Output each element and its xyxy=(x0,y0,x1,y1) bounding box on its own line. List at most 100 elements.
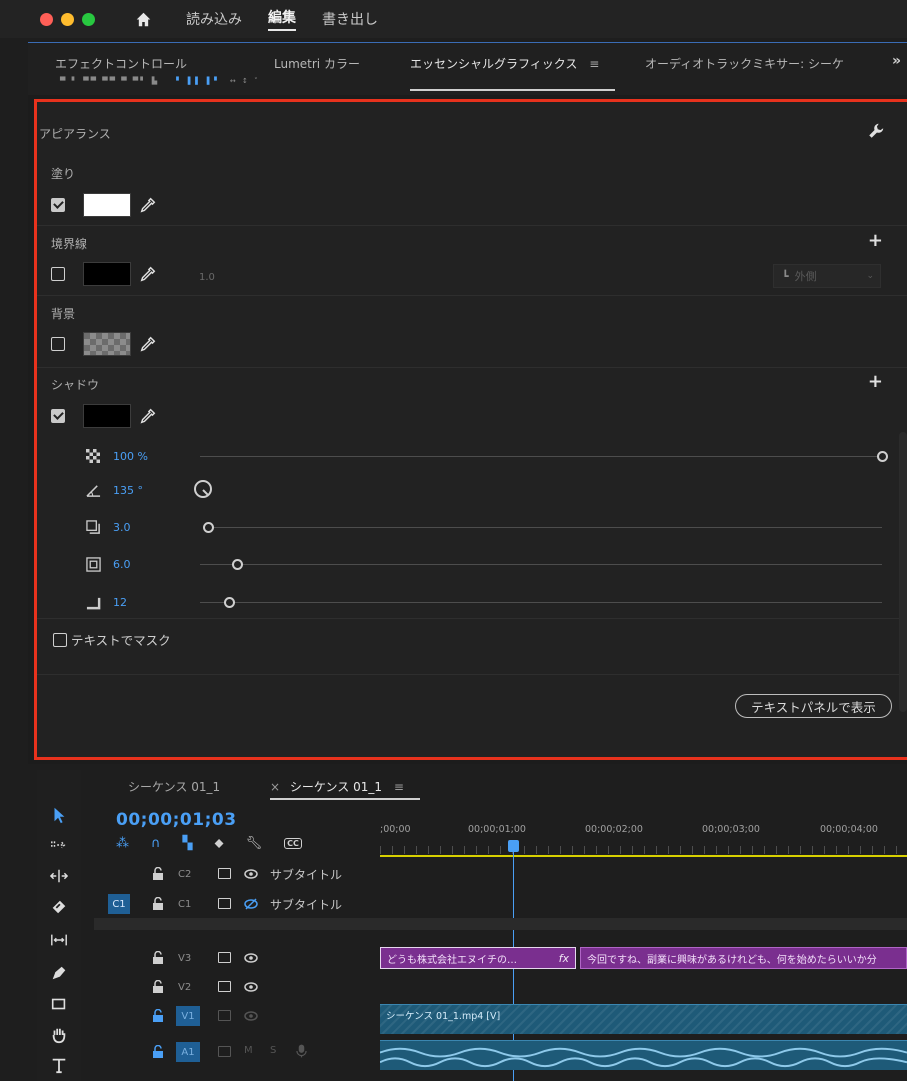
sync-lock-icon[interactable] xyxy=(218,898,231,909)
shadow-angle-value[interactable]: 135 ° xyxy=(113,484,143,497)
microphone-icon[interactable] xyxy=(296,1044,307,1058)
lock-icon[interactable] xyxy=(152,1045,164,1058)
mask-with-text-checkbox[interactable] xyxy=(53,632,67,647)
shadow-blur-value[interactable]: 12 xyxy=(113,596,127,609)
solo-button[interactable]: S xyxy=(270,1045,276,1056)
lock-icon[interactable] xyxy=(152,1009,164,1022)
lock-icon[interactable] xyxy=(152,867,164,880)
nest-toggle-icon[interactable]: ⁂ xyxy=(116,836,129,851)
eye-icon[interactable] xyxy=(244,1009,258,1023)
eye-icon[interactable] xyxy=(244,951,258,965)
timeline-menu-icon[interactable]: ≡ xyxy=(394,780,404,794)
mask-with-text-label[interactable]: テキストでマスク xyxy=(71,630,171,649)
graphic-clip[interactable]: どうも株式会社エヌイチの… fx xyxy=(380,947,576,969)
eye-hidden-icon[interactable] xyxy=(244,897,258,911)
stroke-width-value[interactable]: 1.0 xyxy=(199,272,215,283)
stroke-checkbox[interactable] xyxy=(51,267,65,281)
shadow-opacity-track[interactable] xyxy=(200,456,882,457)
show-in-text-panel-button[interactable]: テキストパネルで表示 xyxy=(735,694,892,718)
shadow-distance-handle[interactable] xyxy=(203,522,214,533)
wrench-icon[interactable] xyxy=(867,122,885,140)
workspace-import[interactable]: 読み込み xyxy=(186,9,242,29)
rectangle-tool[interactable] xyxy=(37,987,81,1021)
razor-tool[interactable] xyxy=(37,890,81,924)
shadow-opacity-value[interactable]: 100 % xyxy=(113,450,148,463)
shadow-opacity-handle[interactable] xyxy=(877,451,888,462)
background-color-swatch[interactable] xyxy=(83,332,131,356)
track-target-a1[interactable]: A1 xyxy=(176,1042,200,1062)
add-shadow-button[interactable]: + xyxy=(868,371,883,392)
shadow-color-swatch[interactable] xyxy=(83,404,131,428)
sync-lock-icon[interactable] xyxy=(218,952,231,963)
sequence-tab-active[interactable]: × シーケンス 01_1 ≡ xyxy=(270,778,404,795)
lock-icon[interactable] xyxy=(152,897,164,910)
fill-checkbox[interactable] xyxy=(51,198,65,212)
panel-menu-icon[interactable]: ≡ xyxy=(589,57,599,71)
tab-lumetri-color[interactable]: Lumetri カラー xyxy=(274,55,360,72)
sequence-tab-inactive[interactable]: シーケンス 01_1 xyxy=(128,778,220,795)
track-lane[interactable]: シーケンス 01_1.mp4 [V] xyxy=(380,1004,907,1034)
linked-selection-icon[interactable]: ▚ xyxy=(183,836,193,851)
fill-eyedropper[interactable] xyxy=(139,196,157,214)
add-stroke-button[interactable]: + xyxy=(868,230,883,251)
sync-lock-icon[interactable] xyxy=(218,868,231,879)
video-clip[interactable]: シーケンス 01_1.mp4 [V] xyxy=(380,1004,907,1034)
time-ruler[interactable]: ;00;00 00;00;01;00 00;00;02;00 00;00;03;… xyxy=(380,820,907,857)
audio-clip[interactable] xyxy=(379,1040,907,1070)
shadow-blur-handle[interactable] xyxy=(224,597,235,608)
playhead-timecode[interactable]: 00;00;01;03 xyxy=(116,810,237,830)
more-panels-button[interactable]: » xyxy=(892,53,901,69)
stroke-eyedropper[interactable] xyxy=(139,265,157,283)
lock-icon[interactable] xyxy=(152,980,164,993)
track-lane[interactable]: どうも株式会社エヌイチの… fx 今回ですね、副業に興味があるけれども、何を始め… xyxy=(380,946,907,970)
ripple-edit-tool[interactable] xyxy=(37,859,81,893)
add-marker-icon[interactable]: ⬥ xyxy=(215,836,224,851)
snap-magnet-icon[interactable]: ∩ xyxy=(151,836,161,851)
home-button[interactable] xyxy=(135,11,152,28)
captions-icon[interactable]: CC xyxy=(284,838,302,849)
sync-lock-icon[interactable] xyxy=(218,981,231,992)
workspace-export[interactable]: 書き出し xyxy=(322,9,378,29)
shadow-checkbox[interactable] xyxy=(51,409,65,423)
panel-scrollbar[interactable] xyxy=(899,432,907,712)
stroke-color-swatch[interactable] xyxy=(83,262,131,286)
work-area-bar[interactable] xyxy=(380,855,907,857)
track-lane[interactable] xyxy=(379,1040,907,1070)
eye-icon[interactable] xyxy=(244,980,258,994)
slip-tool[interactable] xyxy=(37,923,81,957)
track-select-tool[interactable] xyxy=(37,828,81,862)
sync-lock-icon[interactable] xyxy=(218,1046,231,1057)
track-target-v1[interactable]: V1 xyxy=(176,1006,200,1026)
background-eyedropper[interactable] xyxy=(139,335,157,353)
hand-tool[interactable] xyxy=(37,1018,81,1052)
track-target-c1[interactable]: C1 xyxy=(108,894,130,914)
tab-essential-graphics[interactable]: エッセンシャルグラフィックス ≡ xyxy=(410,55,599,72)
minimize-window-button[interactable] xyxy=(61,12,74,26)
playhead-handle[interactable] xyxy=(508,840,519,852)
pen-tool[interactable] xyxy=(37,956,81,990)
close-window-button[interactable] xyxy=(40,12,53,26)
type-tool[interactable] xyxy=(37,1048,81,1081)
sync-lock-icon[interactable] xyxy=(218,1010,231,1021)
shadow-size-handle[interactable] xyxy=(232,559,243,570)
lock-icon[interactable] xyxy=(152,951,164,964)
shadow-distance-value[interactable]: 3.0 xyxy=(113,521,131,534)
fill-color-swatch[interactable] xyxy=(83,193,131,217)
shadow-size-track[interactable] xyxy=(200,564,882,565)
background-checkbox[interactable] xyxy=(51,337,65,351)
shadow-eyedropper[interactable] xyxy=(139,407,157,425)
mute-button[interactable]: M xyxy=(244,1045,253,1056)
timeline-settings-wrench-icon[interactable]: 🔧︎ xyxy=(246,836,263,851)
tab-effect-controls[interactable]: エフェクトコントロール xyxy=(55,55,187,72)
shadow-angle-dial[interactable] xyxy=(194,480,212,498)
workspace-edit[interactable]: 編集 xyxy=(268,7,296,31)
shadow-size-value[interactable]: 6.0 xyxy=(113,558,131,571)
selection-tool[interactable] xyxy=(37,798,81,832)
shadow-blur-track[interactable] xyxy=(200,602,882,603)
zoom-window-button[interactable] xyxy=(82,12,95,26)
stroke-position-dropdown[interactable]: ┗ 外側 ⌄ xyxy=(773,264,881,288)
tab-audio-track-mixer[interactable]: オーディオトラックミキサー: シーケ xyxy=(645,55,844,72)
graphic-clip[interactable]: 今回ですね、副業に興味があるけれども、何を始めたらいいか分 xyxy=(580,947,907,969)
shadow-distance-track[interactable] xyxy=(212,527,882,528)
close-tab-icon[interactable]: × xyxy=(270,780,280,794)
